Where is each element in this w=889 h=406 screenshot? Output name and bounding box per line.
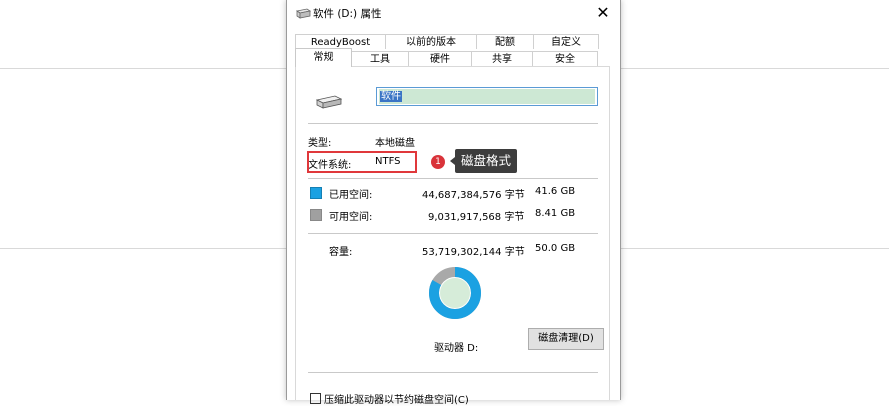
background-divider — [619, 68, 889, 69]
tab-general[interactable]: 常规 — [295, 48, 352, 67]
used-space-label: 已用空间: — [329, 190, 373, 201]
free-space-size: 8.41 GB — [535, 208, 576, 219]
drive-name-text: 软件 — [380, 91, 402, 102]
used-space-bytes: 44,687,384,576 字节 — [422, 190, 525, 201]
title-bar[interactable]: 软件 (D:) 属性 ✕ — [287, 0, 620, 28]
compress-checkbox-label: 压缩此驱动器以节约磁盘空间(C) — [324, 395, 469, 406]
type-value: 本地磁盘 — [375, 138, 415, 149]
tab-tools[interactable]: 工具 — [351, 51, 409, 66]
properties-dialog: 软件 (D:) 属性 ✕ ReadyBoost 以前的版本 配额 自定义 常规 … — [286, 0, 621, 406]
used-space-size: 41.6 GB — [535, 186, 576, 197]
tab-security[interactable]: 安全 — [532, 51, 598, 66]
usage-donut-chart — [429, 267, 481, 319]
annotation-callout: 磁盘格式 — [449, 149, 518, 173]
used-space-swatch — [310, 187, 322, 199]
tab-sharing[interactable]: 共享 — [471, 51, 533, 66]
drive-name-input[interactable]: 软件 — [376, 87, 598, 106]
background-divider — [0, 248, 286, 249]
filesystem-highlight — [307, 151, 417, 173]
free-space-bytes: 9,031,917,568 字节 — [428, 212, 525, 223]
tab-quota[interactable]: 配额 — [476, 34, 534, 49]
background-divider — [0, 68, 286, 69]
free-space-label: 可用空间: — [329, 212, 373, 223]
divider — [308, 372, 598, 373]
capacity-label: 容量: — [329, 247, 353, 258]
disk-cleanup-button[interactable]: 磁盘清理(D) — [528, 328, 604, 350]
drive-icon — [295, 8, 311, 19]
compress-checkbox[interactable] — [310, 393, 321, 404]
free-space-swatch — [310, 209, 322, 221]
capacity-size: 50.0 GB — [535, 243, 576, 254]
tab-hardware[interactable]: 硬件 — [408, 51, 472, 66]
divider — [308, 123, 598, 124]
close-button[interactable]: ✕ — [592, 3, 614, 23]
window-title: 软件 (D:) 属性 — [313, 8, 382, 20]
capacity-bytes: 53,719,302,144 字节 — [422, 247, 525, 258]
drive-letter-label: 驱动器 D: — [434, 343, 479, 354]
divider — [308, 178, 598, 179]
general-panel: 软件 类型: 本地磁盘 文件系统: NTFS 1 磁盘格式 已用空间: 44,6… — [295, 66, 610, 406]
drive-icon — [316, 95, 342, 109]
tab-previous-versions[interactable]: 以前的版本 — [385, 34, 477, 49]
annotation-badge: 1 — [431, 155, 445, 169]
type-label: 类型: — [308, 138, 332, 149]
donut-center — [440, 278, 470, 308]
tab-row-front: 常规 工具 硬件 共享 安全 — [295, 48, 598, 67]
divider — [308, 233, 598, 234]
background-divider — [619, 248, 889, 249]
tab-customize[interactable]: 自定义 — [533, 34, 599, 49]
tab-readyboost[interactable]: ReadyBoost — [295, 34, 386, 49]
compress-option[interactable]: 压缩此驱动器以节约磁盘空间(C) — [310, 391, 469, 406]
